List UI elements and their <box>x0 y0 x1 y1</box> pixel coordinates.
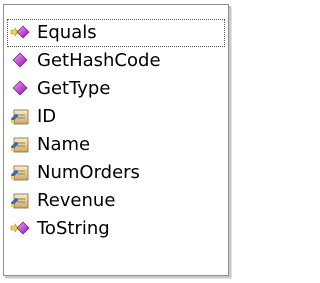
property-icon <box>10 109 29 125</box>
property-icon <box>10 193 29 209</box>
method-icon <box>12 80 28 96</box>
member-item-label: ToString <box>37 218 110 239</box>
member-item-label: ID <box>37 106 57 127</box>
member-item-gethashcode[interactable]: GetHashCode <box>7 47 225 75</box>
extension-method-icon <box>10 25 30 39</box>
member-item-label: Revenue <box>37 190 116 211</box>
member-item-tostring[interactable]: ToString <box>7 215 225 243</box>
property-icon <box>10 165 29 181</box>
property-icon <box>10 137 29 153</box>
member-item-label: Name <box>37 134 91 155</box>
member-item-label: GetType <box>37 78 111 99</box>
member-item-name[interactable]: Name <box>7 131 225 159</box>
member-item-label: GetHashCode <box>37 50 161 71</box>
member-item-gettype[interactable]: GetType <box>7 75 225 103</box>
member-item-revenue[interactable]: Revenue <box>7 187 225 215</box>
member-list: Equals GetHashCode GetType ID Name NumOr… <box>4 19 228 243</box>
member-item-label: NumOrders <box>37 162 140 183</box>
member-item-equals[interactable]: Equals <box>7 19 225 47</box>
member-item-id[interactable]: ID <box>7 103 225 131</box>
extension-method-icon <box>10 221 30 235</box>
member-item-numorders[interactable]: NumOrders <box>7 159 225 187</box>
member-item-label: Equals <box>37 22 97 43</box>
method-icon <box>12 52 28 68</box>
member-list-popup: Equals GetHashCode GetType ID Name NumOr… <box>3 4 229 276</box>
